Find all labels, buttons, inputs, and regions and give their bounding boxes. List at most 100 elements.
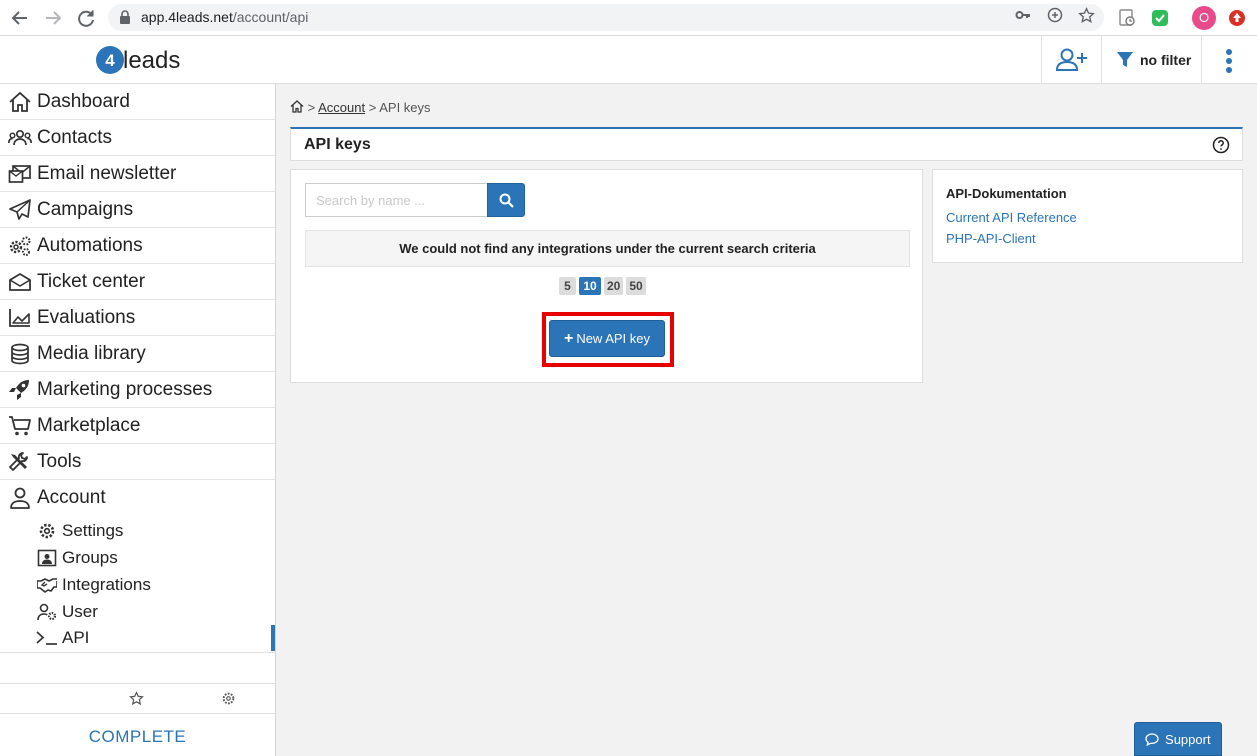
rocket-icon bbox=[9, 380, 29, 400]
search-input[interactable] bbox=[305, 183, 489, 217]
sidebar-item-media-library[interactable]: Media library bbox=[0, 336, 275, 372]
users-icon bbox=[8, 129, 32, 146]
svg-text:4: 4 bbox=[105, 51, 115, 70]
forward-arrow-icon[interactable] bbox=[42, 7, 64, 29]
sidebar-divider bbox=[0, 713, 275, 714]
sidebar-divider bbox=[0, 652, 275, 653]
user-cog-icon bbox=[37, 603, 57, 621]
star-bookmark-icon[interactable] bbox=[1076, 7, 1096, 27]
profile-avatar[interactable]: O bbox=[1192, 6, 1216, 30]
sidebar-subitem-settings[interactable]: Settings bbox=[0, 518, 275, 544]
sidebar-item-label: Marketplace bbox=[37, 415, 141, 436]
sidebar-item-contacts[interactable]: Contacts bbox=[0, 120, 275, 156]
page-title: API keys bbox=[304, 136, 371, 153]
envelopes-icon bbox=[8, 165, 31, 183]
address-bar[interactable]: app.4leads.net/account/api bbox=[108, 4, 1104, 31]
php-api-client-link[interactable]: PHP-API-Client bbox=[946, 231, 1036, 246]
back-arrow-icon[interactable] bbox=[9, 7, 31, 29]
active-indicator bbox=[271, 625, 275, 651]
browser-toolbar: app.4leads.net/account/api O bbox=[0, 0, 1257, 36]
tools-icon bbox=[9, 452, 28, 471]
user-icon bbox=[10, 487, 30, 509]
area-chart-icon bbox=[9, 309, 30, 327]
sidebar-item-label: Dashboard bbox=[37, 91, 130, 112]
zoom-icon[interactable] bbox=[1045, 7, 1065, 27]
search-icon bbox=[499, 193, 514, 208]
reload-icon[interactable] bbox=[75, 7, 97, 29]
gear-icon bbox=[39, 523, 55, 539]
page-size-option-active[interactable]: 10 bbox=[579, 277, 601, 295]
page-size-option[interactable]: 20 bbox=[604, 277, 624, 295]
svg-text:leads: leads bbox=[123, 47, 180, 74]
sidebar-footer-tools bbox=[0, 683, 275, 713]
search-button[interactable] bbox=[487, 183, 525, 217]
4leads-logo[interactable]: 4 leads bbox=[95, 43, 185, 77]
api-reference-link[interactable]: Current API Reference bbox=[946, 210, 1077, 225]
sidebar-subitem-label: User bbox=[62, 602, 98, 621]
filter-button[interactable]: no filter bbox=[1101, 36, 1201, 84]
breadcrumb-separator: > bbox=[307, 100, 316, 115]
breadcrumb-current: API keys bbox=[379, 100, 431, 115]
star-icon[interactable] bbox=[129, 691, 144, 706]
breadcrumb-account-link[interactable]: Account bbox=[318, 100, 365, 115]
handshake-icon bbox=[37, 578, 57, 593]
sidebar-item-label: Media library bbox=[37, 343, 146, 364]
app-header: 4 leads no filter bbox=[0, 36, 1257, 84]
extension-green-icon[interactable] bbox=[1149, 7, 1171, 29]
sidebar-subitem-user[interactable]: User bbox=[0, 599, 275, 625]
sidebar-item-tools[interactable]: Tools bbox=[0, 444, 275, 480]
help-icon[interactable] bbox=[1212, 136, 1230, 154]
sidebar-item-account[interactable]: Account bbox=[0, 480, 275, 516]
sidebar-item-label: Account bbox=[37, 487, 106, 508]
gears-icon bbox=[9, 236, 31, 256]
sidebar-item-label: Automations bbox=[37, 235, 143, 256]
sidebar-item-dashboard[interactable]: Dashboard bbox=[0, 84, 275, 120]
sidebar-subitem-groups[interactable]: Groups bbox=[0, 545, 275, 571]
sidebar-subitem-label: API bbox=[62, 628, 90, 647]
page-size-option[interactable]: 5 bbox=[559, 277, 576, 295]
cart-icon bbox=[9, 416, 31, 436]
sidebar-subitem-label: Groups bbox=[62, 548, 118, 567]
sidebar-subitem-integrations[interactable]: Integrations bbox=[0, 572, 275, 598]
more-menu-button[interactable] bbox=[1201, 36, 1257, 84]
sidebar-item-ticket-center[interactable]: Ticket center bbox=[0, 264, 275, 300]
sidebar-subitem-api[interactable]: API bbox=[0, 625, 275, 651]
sidebar: Dashboard Contacts Email newsletter Camp… bbox=[0, 84, 276, 756]
lock-icon bbox=[120, 10, 130, 24]
sidebar-item-label: Email newsletter bbox=[37, 163, 177, 184]
complete-label[interactable]: COMPLETE bbox=[0, 727, 275, 747]
settings-gear-icon[interactable] bbox=[221, 691, 236, 706]
sidebar-item-label: Campaigns bbox=[37, 199, 134, 220]
sidebar-subitem-label: Integrations bbox=[62, 575, 151, 594]
sidebar-item-evaluations[interactable]: Evaluations bbox=[0, 300, 275, 336]
extension-doc-icon[interactable] bbox=[1116, 7, 1138, 29]
page-size-option[interactable]: 50 bbox=[626, 277, 646, 295]
sidebar-item-marketing-processes[interactable]: Marketing processes bbox=[0, 372, 275, 408]
page-size-selector: 5 10 20 50 bbox=[559, 277, 649, 295]
page-title-bar: API keys bbox=[290, 127, 1243, 161]
url-text: app.4leads.net/account/api bbox=[141, 9, 309, 25]
sidebar-item-campaigns[interactable]: Campaigns bbox=[0, 192, 275, 228]
filter-icon bbox=[1117, 52, 1133, 67]
support-label: Support bbox=[1165, 732, 1211, 747]
add-contact-button[interactable] bbox=[1041, 36, 1101, 84]
extension-red-icon[interactable] bbox=[1226, 7, 1248, 29]
home-icon bbox=[9, 91, 31, 112]
api-keys-panel: We could not find any integrations under… bbox=[290, 169, 923, 383]
inbox-icon bbox=[9, 273, 31, 291]
sidebar-item-automations[interactable]: Automations bbox=[0, 228, 275, 264]
key-icon[interactable] bbox=[1013, 7, 1033, 27]
chat-bubble-icon bbox=[1145, 733, 1160, 747]
support-button[interactable]: Support bbox=[1134, 722, 1222, 756]
empty-results-message: We could not find any integrations under… bbox=[305, 230, 910, 267]
sidebar-item-marketplace[interactable]: Marketplace bbox=[0, 408, 275, 444]
doc-title: API-Dokumentation bbox=[946, 186, 1067, 201]
new-api-key-button[interactable]: + New API key bbox=[549, 320, 665, 357]
sidebar-item-label: Ticket center bbox=[37, 271, 146, 292]
breadcrumb-separator: > bbox=[368, 100, 377, 115]
user-plus-icon bbox=[1056, 48, 1087, 71]
sidebar-subitem-label: Settings bbox=[62, 521, 124, 540]
home-icon[interactable] bbox=[290, 100, 304, 113]
sidebar-item-label: Tools bbox=[37, 451, 82, 472]
sidebar-item-email-newsletter[interactable]: Email newsletter bbox=[0, 156, 275, 192]
